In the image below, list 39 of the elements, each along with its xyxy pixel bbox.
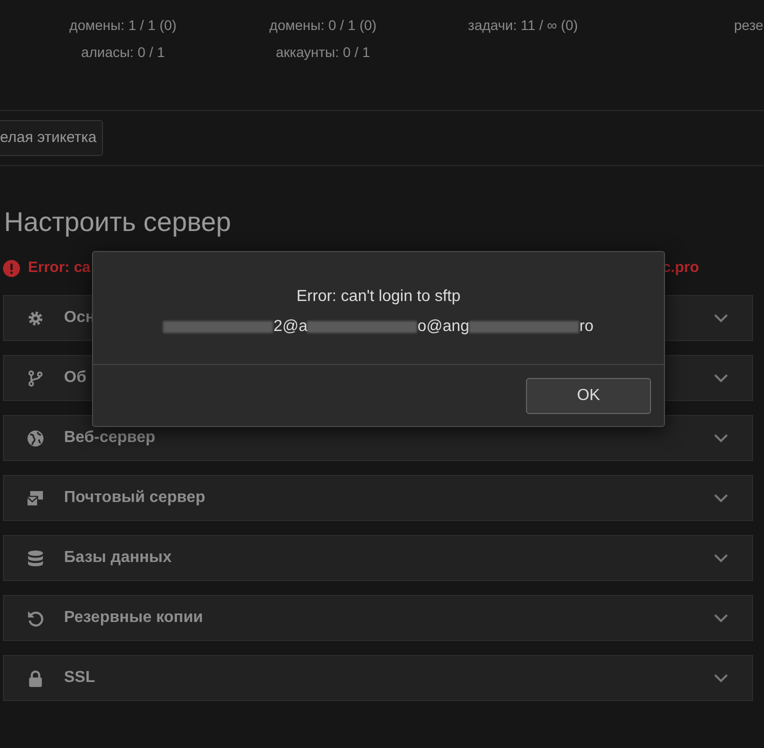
chevron-icon: [714, 314, 728, 322]
section-title: Веб-сервер: [64, 428, 156, 448]
stat-text: задачи: 11 / ∞ (0): [468, 16, 578, 35]
section-title: Базы данных: [64, 548, 173, 568]
dialog-detail-text: ro: [579, 317, 594, 337]
chevron-icon: [714, 614, 728, 622]
dialog-detail-text: o@ang: [417, 317, 470, 337]
mail-icon: [27, 490, 44, 506]
chevron-icon: [714, 494, 728, 502]
stat-text: алиасы: 0 / 1: [81, 43, 165, 62]
chevron-icon: [714, 554, 728, 562]
section-header[interactable]: Базы данных: [3, 535, 753, 581]
chevron-icon: [714, 374, 728, 382]
error-icon: [3, 260, 20, 276]
section-title: Почтовый сервер: [64, 488, 206, 508]
chevron-icon: [714, 434, 728, 442]
stat-text: домены: 0 / 1 (0): [269, 16, 377, 35]
section-title: Резервные копии: [64, 608, 204, 628]
section-header[interactable]: SSL: [3, 655, 753, 701]
lock-icon: [27, 670, 44, 686]
branch-icon: [27, 370, 44, 386]
database-icon: [27, 550, 44, 566]
undo-icon: [27, 610, 44, 626]
dialog-detail-text: 2@a: [273, 317, 308, 337]
globe-icon: [27, 430, 44, 446]
section-header[interactable]: Почтовый сервер: [3, 475, 753, 521]
page-heading: Настроить сервер: [4, 206, 232, 239]
ok-button[interactable]: OK: [526, 378, 651, 414]
stat-text: домены: 1 / 1 (0): [69, 16, 177, 35]
stat-text: аккаунты: 0 / 1: [276, 43, 370, 62]
section-title: SSL: [64, 668, 96, 688]
error-text: Error: ca: [28, 258, 91, 278]
stat-text: резе: [734, 16, 764, 35]
dialog-message: Error: can't login to sftp: [296, 287, 460, 307]
label-button[interactable]: елая этикетка: [0, 120, 104, 156]
chevron-icon: [714, 674, 728, 682]
settings-icon: [27, 310, 44, 326]
section-title: Об: [64, 368, 88, 388]
section-header[interactable]: Резервные копии: [3, 595, 753, 641]
